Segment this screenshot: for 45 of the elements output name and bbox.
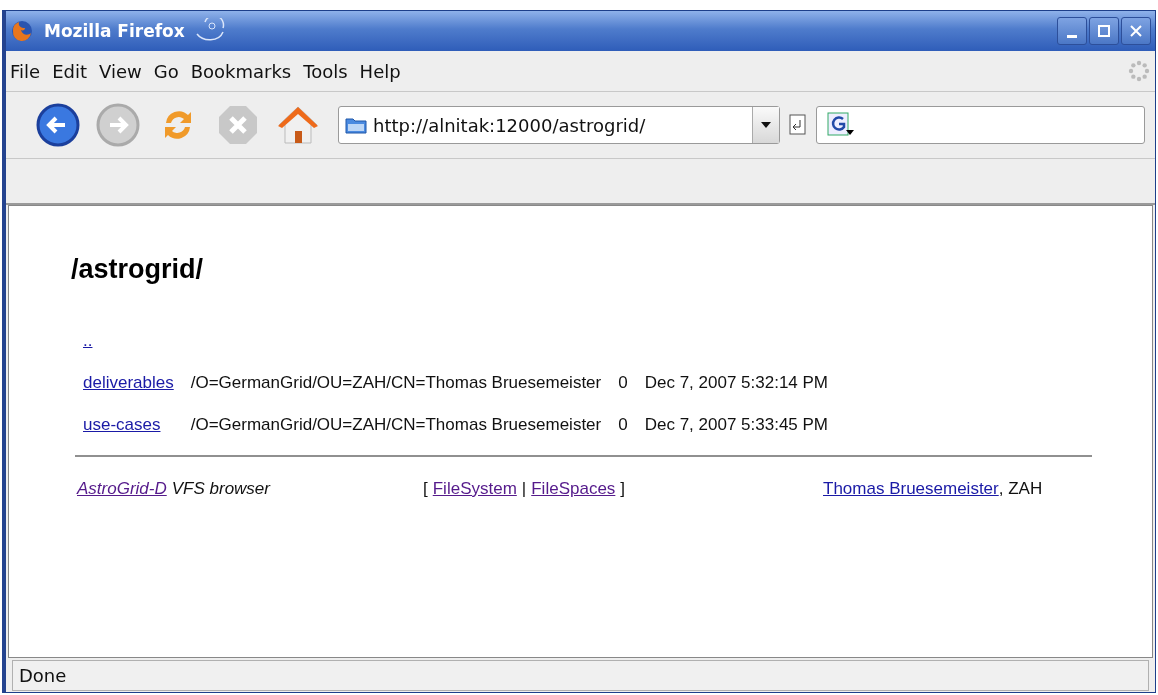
- status-text: Done: [12, 659, 1149, 691]
- bracket-text: [: [423, 479, 428, 499]
- bracket-text: ]: [620, 479, 626, 499]
- search-engine-icon[interactable]: [827, 112, 855, 138]
- maximize-button[interactable]: [1089, 17, 1119, 45]
- menu-item[interactable]: Edit: [52, 60, 87, 82]
- window-title: Mozilla Firefox: [44, 21, 185, 41]
- menu-item[interactable]: Tools: [303, 60, 348, 82]
- nav-link[interactable]: FileSpaces: [531, 479, 616, 499]
- size-cell: 0: [618, 373, 628, 393]
- date-cell: Dec 7, 2007 5:32:14 PM: [644, 373, 829, 393]
- swirl-icon: [194, 18, 225, 44]
- search-field[interactable]: [816, 106, 1145, 144]
- date-cell: Dec 7, 2007 5:33:45 PM: [644, 415, 829, 435]
- throbber-icon: [1127, 59, 1151, 83]
- caret-icon: [761, 122, 771, 128]
- owner-cell: /O=GermanGrid/OU=ZAH/CN=Thomas Bruesemeister: [190, 415, 602, 435]
- folder-link[interactable]: deliverables: [83, 373, 174, 393]
- close-button[interactable]: [1121, 17, 1151, 45]
- address-field[interactable]: http://alnitak:12000/astrogrid/: [338, 106, 780, 144]
- menu-item[interactable]: Go: [153, 60, 179, 82]
- menu-item[interactable]: Bookmarks: [190, 60, 292, 82]
- organization-text: , ZAH: [998, 479, 1043, 499]
- footer-text: VFS browser: [171, 479, 270, 499]
- folder-icon: [345, 116, 367, 134]
- nav-link[interactable]: FileSystem: [432, 479, 517, 499]
- page-heading: /astrogrid/: [71, 254, 204, 285]
- menu-item[interactable]: View: [99, 60, 142, 82]
- author-link[interactable]: Thomas Bruesemeister: [823, 479, 999, 499]
- maximize-icon: [1098, 25, 1110, 37]
- go-icon[interactable]: [788, 113, 808, 137]
- parent-directory-link[interactable]: ..: [83, 331, 93, 350]
- firefox-logo-icon: [10, 19, 34, 43]
- back-icon[interactable]: [35, 102, 81, 148]
- dropdown-button[interactable]: [752, 107, 779, 143]
- menu-item[interactable]: Help: [359, 60, 401, 82]
- owner-cell: /O=GermanGrid/OU=ZAH/CN=Thomas Bruesemeister: [190, 373, 602, 393]
- separator-text: |: [521, 479, 527, 499]
- size-cell: 0: [618, 415, 628, 435]
- menu-item[interactable]: File: [10, 60, 41, 82]
- minimize-icon: [1067, 34, 1077, 38]
- close-icon: [1130, 25, 1142, 37]
- folder-link[interactable]: use-cases: [83, 415, 174, 435]
- minimize-button[interactable]: [1057, 17, 1087, 45]
- project-link[interactable]: AstroGrid-D: [77, 479, 167, 498]
